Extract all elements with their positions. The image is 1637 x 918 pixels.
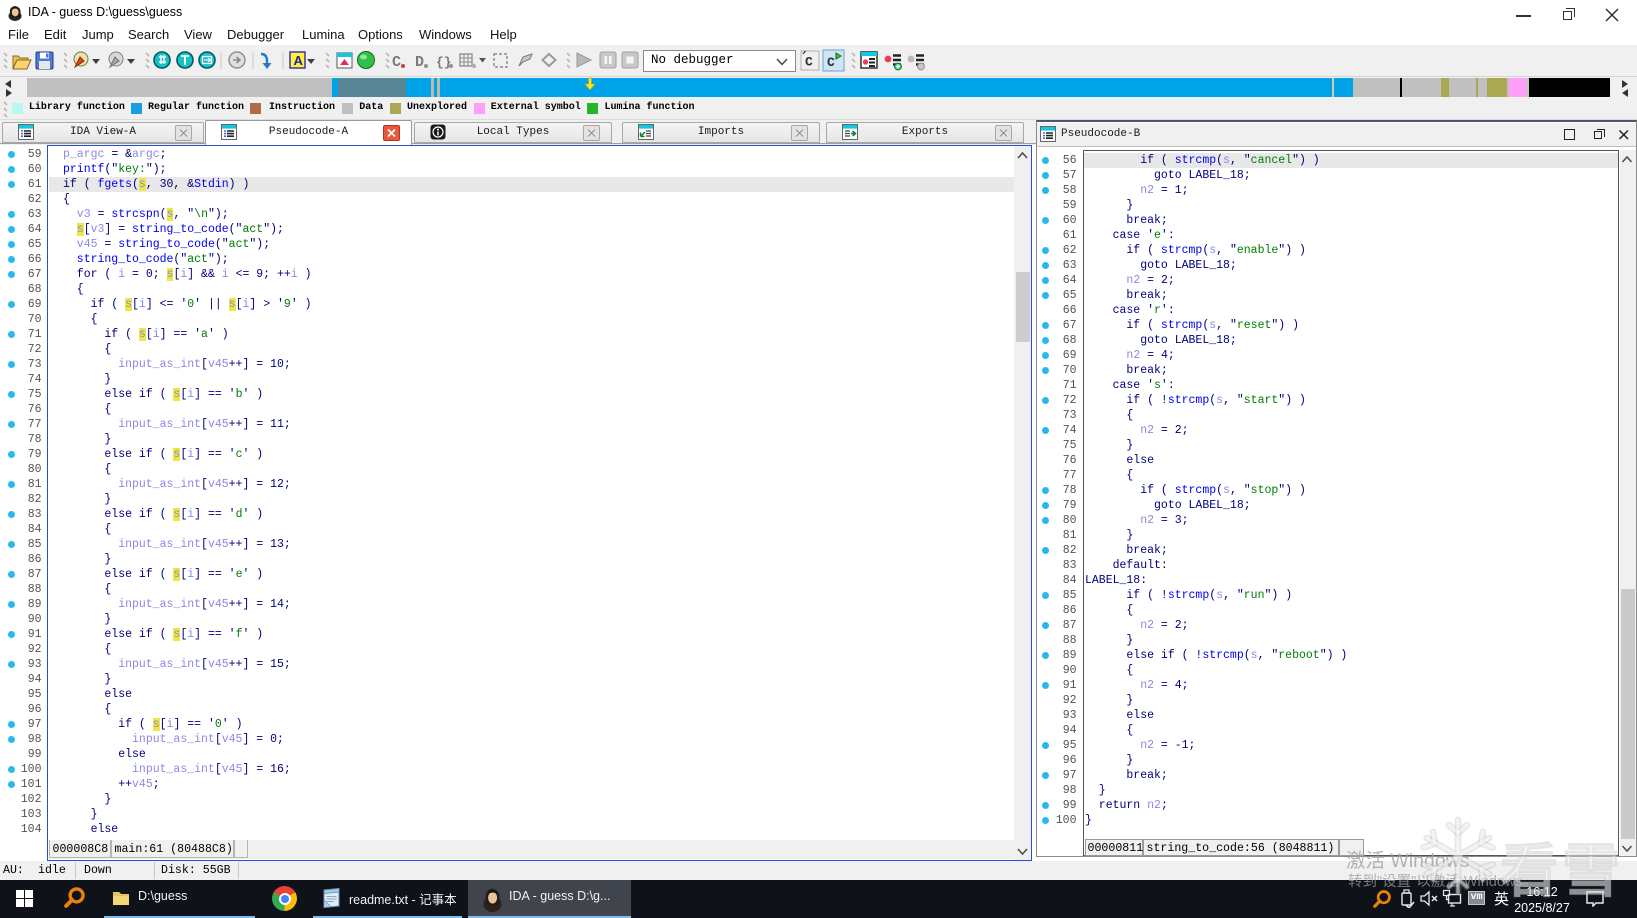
svg-text:A: A — [294, 53, 304, 68]
svg-text:{}: {} — [436, 55, 452, 70]
svg-text:C: C — [805, 55, 813, 70]
svg-text:C: C — [392, 54, 401, 71]
svg-text:C: C — [827, 55, 835, 70]
svg-text:D: D — [415, 54, 424, 71]
